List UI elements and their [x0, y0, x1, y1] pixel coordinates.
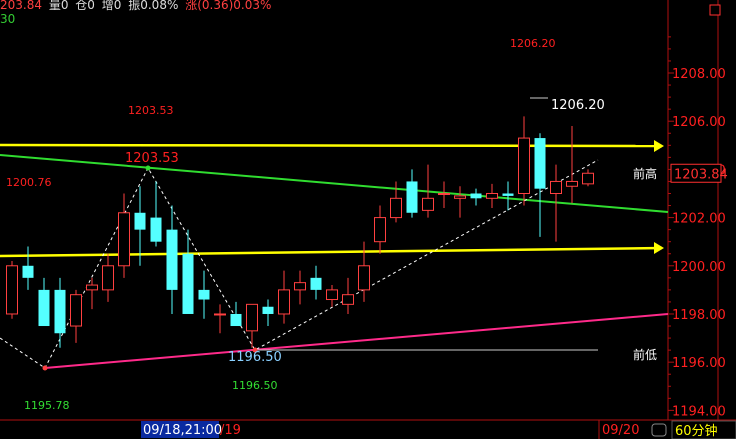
annotation-label: 1206.20 — [551, 98, 605, 113]
y-tick-label: 1206.00 — [672, 115, 726, 130]
annotation-label: 1206.20 — [510, 37, 556, 50]
candle-body — [534, 138, 546, 189]
wave-point — [42, 365, 48, 371]
candle-body — [502, 193, 514, 196]
wave-point — [145, 165, 151, 171]
candle-body — [182, 253, 194, 314]
candle-body — [454, 195, 466, 199]
candle-body — [86, 284, 98, 291]
candle-body — [198, 289, 210, 300]
y-tick-label: 1208.00 — [672, 67, 726, 82]
candle-body — [470, 193, 482, 199]
candle-body — [230, 313, 242, 327]
candle-body — [486, 192, 498, 199]
annotation-label: 1196.50 — [228, 350, 282, 365]
candle-body — [358, 265, 370, 291]
y-tick-label: 1194.00 — [672, 404, 726, 419]
candle-body — [118, 212, 130, 267]
candle-body — [582, 172, 594, 185]
magenta-trend-line — [44, 313, 669, 369]
annotation-label: 1195.78 — [24, 399, 70, 412]
candle-body — [102, 265, 114, 291]
x-label-date: 09/20 — [602, 423, 639, 438]
annotation-label: 1196.50 — [232, 379, 278, 392]
candle-body — [294, 282, 306, 291]
x-label-time: 09/18,21:00 — [143, 423, 222, 438]
candle-body — [166, 229, 178, 290]
y-tick-label: 1200.00 — [672, 260, 726, 275]
y-tick-label: 1202.00 — [672, 212, 726, 227]
candle-body — [326, 289, 338, 301]
annotation-label: 1203.53 — [128, 104, 174, 117]
candle-body — [278, 289, 290, 315]
annotation-label: 前高 — [633, 166, 657, 181]
candle-body — [150, 217, 162, 242]
candle-body — [6, 265, 18, 315]
candle-body — [342, 294, 354, 305]
x-label-date: /19 — [220, 423, 241, 438]
candlestick-chart: 1194.001196.001198.001200.001202.001204.… — [0, 0, 736, 439]
candle-body — [262, 306, 274, 314]
candle-body — [310, 277, 322, 290]
candle-body — [550, 180, 562, 194]
annotation-label: 前低 — [633, 347, 657, 362]
toggle-icon[interactable] — [651, 423, 667, 437]
support-arrow-icon — [654, 242, 664, 254]
candle-body — [374, 217, 386, 243]
candle-body — [246, 303, 258, 332]
resistance-arrow-icon — [654, 140, 664, 152]
candle-body — [38, 289, 50, 327]
candle-body — [390, 197, 402, 219]
candle-body — [422, 197, 434, 211]
support-line — [0, 246, 663, 258]
candle-body — [566, 180, 578, 187]
corner-marker-icon — [709, 4, 721, 16]
annotation-label: 1203.53 — [125, 151, 179, 166]
candle-body — [54, 289, 66, 334]
candle-body — [134, 212, 146, 230]
current-price-label: 1203.84 — [674, 167, 728, 182]
period-label: 60分钟 — [675, 423, 718, 439]
annotation-label: 1200.76 — [6, 176, 52, 189]
candle-body — [214, 313, 226, 316]
y-tick-label: 1198.00 — [672, 308, 726, 323]
candle-body — [70, 294, 82, 327]
resistance-line — [0, 143, 663, 148]
candle-body — [518, 137, 530, 194]
y-tick-label: 1196.00 — [672, 356, 726, 371]
candle-body — [438, 192, 450, 195]
candle-body — [406, 181, 418, 213]
candle-body — [22, 265, 34, 278]
